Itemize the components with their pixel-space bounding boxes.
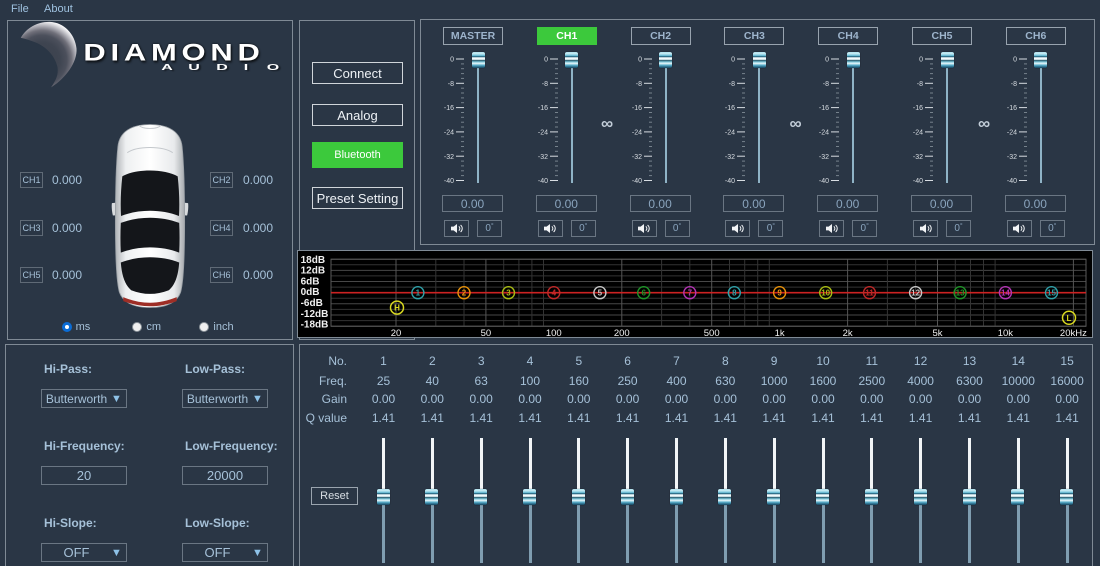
svg-text:-24: -24: [819, 130, 829, 137]
svg-text:-8: -8: [542, 81, 548, 88]
svg-text:-40: -40: [913, 178, 923, 185]
svg-text:0: 0: [450, 57, 454, 64]
svg-text:5: 5: [598, 289, 603, 298]
svg-text:-16: -16: [1007, 105, 1017, 112]
svg-text:-12dB: -12dB: [301, 309, 329, 320]
svg-text:-8: -8: [917, 81, 923, 88]
svg-text:4: 4: [552, 289, 557, 298]
svg-text:-24: -24: [725, 130, 735, 137]
svg-text:-16: -16: [819, 105, 829, 112]
svg-text:10k: 10k: [998, 328, 1014, 337]
svg-text:-16: -16: [444, 105, 454, 112]
svg-text:6: 6: [641, 289, 646, 298]
svg-text:-8: -8: [448, 81, 454, 88]
svg-text:0: 0: [919, 57, 923, 64]
svg-text:200: 200: [614, 328, 630, 337]
svg-text:-24: -24: [913, 130, 923, 137]
svg-text:-40: -40: [1007, 178, 1017, 185]
svg-text:1k: 1k: [775, 328, 785, 337]
svg-text:2: 2: [462, 289, 467, 298]
svg-text:-32: -32: [1007, 154, 1017, 161]
svg-text:14: 14: [1001, 289, 1010, 298]
svg-text:0: 0: [638, 57, 642, 64]
svg-text:7: 7: [688, 289, 693, 298]
svg-text:2k: 2k: [843, 328, 853, 337]
svg-text:20kHz: 20kHz: [1060, 328, 1087, 337]
svg-text:-8: -8: [823, 81, 829, 88]
svg-text:-16: -16: [725, 105, 735, 112]
svg-text:0: 0: [1013, 57, 1017, 64]
svg-text:-32: -32: [631, 154, 641, 161]
svg-text:0dB: 0dB: [301, 287, 320, 298]
svg-text:10: 10: [821, 289, 830, 298]
svg-text:-16: -16: [538, 105, 548, 112]
svg-text:6dB: 6dB: [301, 276, 320, 287]
svg-text:100: 100: [546, 328, 562, 337]
svg-text:11: 11: [865, 289, 874, 298]
svg-text:9: 9: [777, 289, 782, 298]
svg-text:-8: -8: [729, 81, 735, 88]
svg-text:-32: -32: [538, 154, 548, 161]
svg-text:-40: -40: [819, 178, 829, 185]
svg-text:12: 12: [911, 289, 920, 298]
svg-text:0: 0: [731, 57, 735, 64]
svg-text:-32: -32: [444, 154, 454, 161]
svg-text:-40: -40: [631, 178, 641, 185]
svg-text:-16: -16: [913, 105, 923, 112]
svg-text:13: 13: [956, 289, 965, 298]
svg-text:-40: -40: [444, 178, 454, 185]
svg-text:-8: -8: [1011, 81, 1017, 88]
svg-text:-24: -24: [538, 130, 548, 137]
svg-text:-18dB: -18dB: [301, 320, 329, 331]
svg-text:8: 8: [732, 289, 737, 298]
svg-text:-32: -32: [819, 154, 829, 161]
svg-text:5k: 5k: [932, 328, 942, 337]
svg-text:-24: -24: [444, 130, 454, 137]
svg-text:-16: -16: [631, 105, 641, 112]
svg-text:-24: -24: [1007, 130, 1017, 137]
svg-text:50: 50: [481, 328, 492, 337]
svg-text:18dB: 18dB: [301, 255, 325, 266]
svg-text:-32: -32: [913, 154, 923, 161]
svg-text:H: H: [394, 304, 400, 313]
svg-text:500: 500: [704, 328, 720, 337]
svg-text:12dB: 12dB: [301, 266, 325, 277]
svg-text:-8: -8: [635, 81, 641, 88]
svg-text:-40: -40: [725, 178, 735, 185]
svg-text:-6dB: -6dB: [301, 298, 323, 309]
svg-text:0: 0: [544, 57, 548, 64]
svg-text:3: 3: [506, 289, 511, 298]
svg-text:-32: -32: [725, 154, 735, 161]
svg-text:-40: -40: [538, 178, 548, 185]
svg-text:20: 20: [391, 328, 402, 337]
svg-text:0: 0: [825, 57, 829, 64]
svg-text:-24: -24: [631, 130, 641, 137]
svg-text:15: 15: [1047, 289, 1056, 298]
svg-text:1: 1: [416, 289, 421, 298]
svg-text:L: L: [1067, 314, 1072, 323]
